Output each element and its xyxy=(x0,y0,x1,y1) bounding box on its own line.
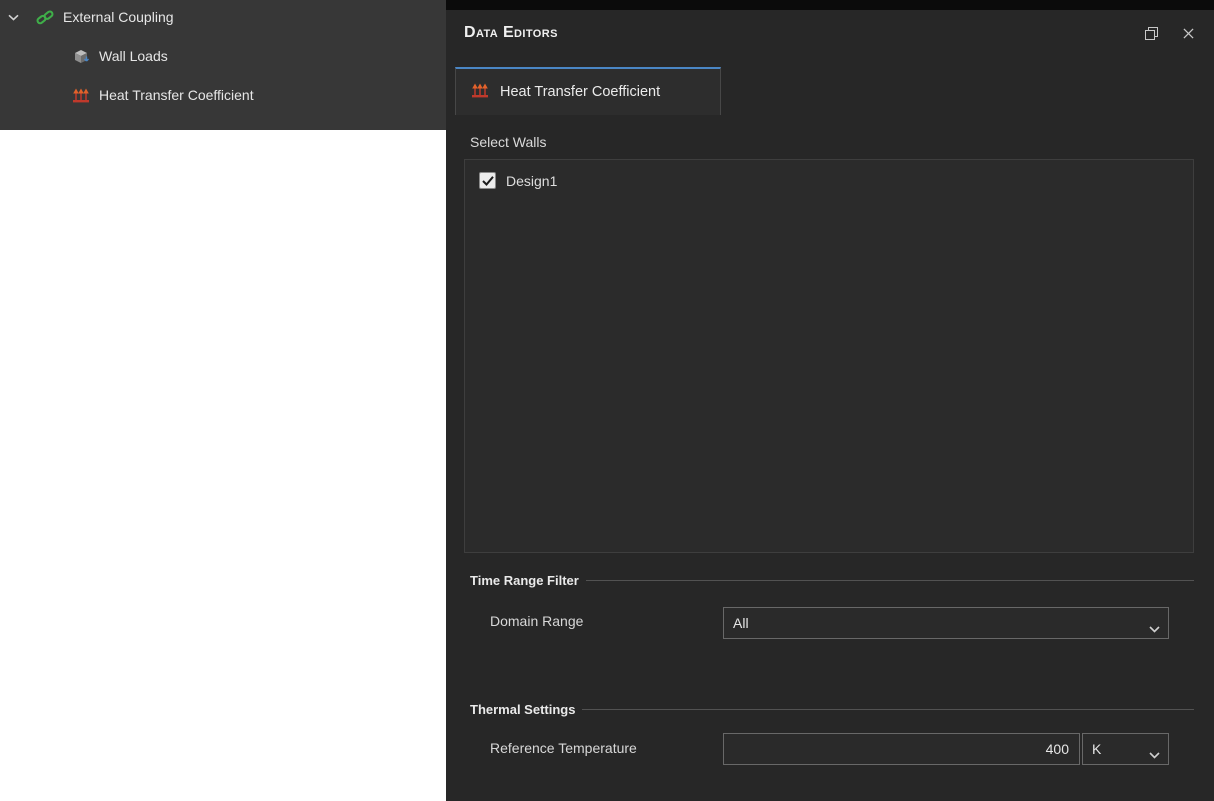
tree-item-heat-transfer-coefficient[interactable]: Heat Transfer Coefficient xyxy=(72,82,254,108)
reference-temperature-label: Reference Temperature xyxy=(490,740,637,756)
chevron-down-icon[interactable] xyxy=(8,14,22,21)
chevron-down-icon xyxy=(1149,746,1160,762)
tree-item-external-coupling[interactable]: External Coupling xyxy=(8,4,174,30)
tree-item-wall-loads[interactable]: Wall Loads xyxy=(72,43,168,69)
temperature-unit-select[interactable]: K xyxy=(1082,733,1169,765)
tree-item-label: Wall Loads xyxy=(99,48,168,64)
tree-item-label: Heat Transfer Coefficient xyxy=(99,87,254,103)
data-editors-panel: Data Editors Heat Transfer Coefficient S… xyxy=(446,0,1214,801)
group-title: Time Range Filter xyxy=(470,572,579,588)
select-walls-label: Select Walls xyxy=(470,134,547,150)
temperature-unit-value: K xyxy=(1092,741,1102,757)
group-divider-line xyxy=(582,708,1194,710)
list-item-design1[interactable]: Design1 xyxy=(479,172,1193,189)
tree-item-label: External Coupling xyxy=(63,9,174,25)
wall-loads-icon xyxy=(72,48,90,64)
group-title: Thermal Settings xyxy=(470,701,576,717)
model-tree-panel: External Coupling Wall Loads Heat Transf… xyxy=(0,0,446,130)
panel-title: Data Editors xyxy=(464,24,558,41)
reference-temperature-input[interactable] xyxy=(723,733,1080,765)
group-thermal-settings: Thermal Settings xyxy=(470,701,1194,717)
heat-icon xyxy=(72,88,90,103)
link-icon xyxy=(36,9,54,26)
domain-range-select[interactable]: All xyxy=(723,607,1169,639)
float-restore-icon[interactable] xyxy=(1143,25,1159,41)
heat-icon xyxy=(471,83,489,102)
data-editors-header: Data Editors xyxy=(446,10,1214,56)
domain-range-value: All xyxy=(733,615,749,631)
chevron-down-icon xyxy=(1149,620,1160,636)
group-divider-line xyxy=(585,579,1194,581)
checkbox-checked-icon[interactable] xyxy=(479,172,496,189)
close-icon[interactable] xyxy=(1180,25,1196,41)
domain-range-label: Domain Range xyxy=(490,613,584,629)
tab-heat-transfer-coefficient[interactable]: Heat Transfer Coefficient xyxy=(455,67,721,115)
group-time-range-filter: Time Range Filter xyxy=(470,572,1194,588)
wall-selection-list[interactable]: Design1 xyxy=(464,159,1194,553)
panel-top-strip xyxy=(446,0,1214,10)
tab-label: Heat Transfer Coefficient xyxy=(500,84,661,100)
list-item-label: Design1 xyxy=(506,172,558,189)
